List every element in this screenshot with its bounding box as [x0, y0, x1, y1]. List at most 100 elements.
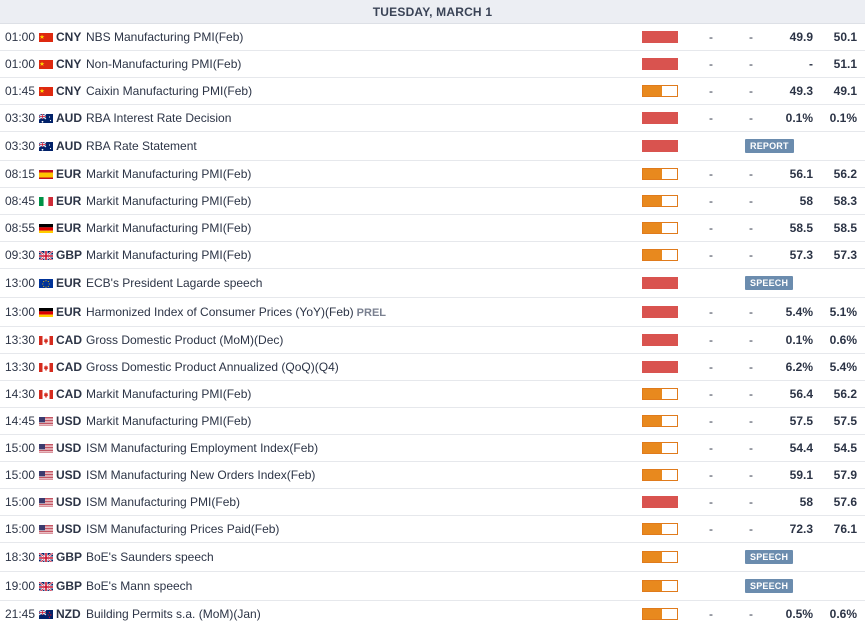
event-name: BoE's Mann speech [86, 579, 193, 593]
event-name-link[interactable]: ISM Manufacturing Prices Paid(Feb) [86, 522, 279, 536]
actual-value: - [709, 57, 713, 71]
event-row[interactable]: 03:30 AUD RBA Interest Rate Decision - - 0.1%… [0, 105, 865, 132]
australia-flag-icon [39, 113, 53, 123]
previous-value: 0.6% [829, 607, 857, 621]
event-row[interactable]: 09:30 GBP Markit Manufacturing PMI(Feb) - - 5… [0, 242, 865, 269]
actual-value: - [709, 167, 713, 181]
event-row[interactable]: 21:45 NZD Building Permits s.a. (MoM)(Jan)… [0, 601, 865, 624]
event-name-link[interactable]: ISM Manufacturing PMI(Feb) [86, 495, 240, 509]
australia-flag-icon [39, 141, 53, 151]
event-name-link[interactable]: Non-Manufacturing PMI(Feb) [86, 57, 241, 71]
volatility-indicator [642, 551, 678, 563]
event-row[interactable]: 13:00 EUR Harmonized Index of Consumer Pri… [0, 298, 865, 327]
event-row[interactable]: 01:00 CNY Non-Manufacturing PMI(Feb) - - - 51.… [0, 51, 865, 78]
event-name-link[interactable]: Harmonized Index of Consumer Prices (YoY… [86, 305, 386, 319]
event-name-link[interactable]: Markit Manufacturing PMI(Feb) [86, 167, 251, 181]
event-row[interactable]: 13:30 CAD Gross Domestic Product (MoM)(Dec… [0, 327, 865, 354]
actual-value: - [709, 387, 713, 401]
event-row[interactable]: 15:00 USD ISM Manufacturing New Orders Ind… [0, 462, 865, 489]
previous-value: 50.1 [833, 30, 857, 44]
event-row[interactable]: 15:00 USD ISM Manufacturing Prices Paid(Fe… [0, 516, 865, 543]
event-name-link[interactable]: RBA Interest Rate Decision [86, 111, 231, 125]
event-row[interactable]: 18:30 GBP BoE's Saunders speech SPEECH [0, 543, 865, 572]
consensus-value: 6.2% [785, 360, 813, 374]
actual-value: - [709, 111, 713, 125]
event-name-link[interactable]: Markit Manufacturing PMI(Feb) [86, 387, 251, 401]
event-name: Markit Manufacturing PMI(Feb) [86, 414, 252, 428]
actual-value: - [709, 30, 713, 44]
event-row[interactable]: 15:00 USD ISM Manufacturing Employment Ind… [0, 435, 865, 462]
event-name-link[interactable]: ISM Manufacturing New Orders Index(Feb) [86, 468, 315, 482]
event-name-link[interactable]: Markit Manufacturing PMI(Feb) [86, 248, 251, 262]
event-row[interactable]: 15:00 USD ISM Manufacturing PMI(Feb) - - 58 57… [0, 489, 865, 516]
volatility-fill [643, 389, 662, 399]
event-time: 13:00 [5, 305, 36, 319]
volatility-fill [643, 113, 677, 123]
event-name-link[interactable]: Markit Manufacturing PMI(Feb) [86, 414, 251, 428]
event-row[interactable]: 08:15 EUR Markit Manufacturing PMI(Feb) - - 5… [0, 161, 865, 188]
event-name-link[interactable]: Gross Domestic Product Annualized (QoQ)(… [86, 360, 339, 374]
event-row[interactable]: 03:30 AUD RBA Rate Statement REPORT [0, 132, 865, 161]
currency-code: GBP [56, 550, 83, 564]
volatility-fill [643, 416, 662, 426]
event-name-link[interactable]: ISM Manufacturing Employment Index(Feb) [86, 441, 318, 455]
deviation-value: - [749, 111, 753, 125]
event-name-link[interactable]: BoE's Mann speech [86, 579, 192, 593]
currency-code: AUD [56, 139, 82, 153]
deviation-value: - [749, 194, 753, 208]
event-row[interactable]: 08:45 EUR Markit Manufacturing PMI(Feb) - - 5… [0, 188, 865, 215]
event-name-link[interactable]: Markit Manufacturing PMI(Feb) [86, 194, 251, 208]
event-name-link[interactable]: NBS Manufacturing PMI(Feb) [86, 30, 243, 44]
event-name-link[interactable]: Building Permits s.a. (MoM)(Jan) [86, 607, 261, 621]
event-name-link[interactable]: BoE's Saunders speech [86, 550, 214, 564]
new-zealand-flag-icon [39, 609, 53, 619]
previous-value: 54.5 [833, 441, 857, 455]
speech-badge[interactable]: SPEECH [745, 579, 794, 593]
event-name-link[interactable]: Markit Manufacturing PMI(Feb) [86, 221, 251, 235]
event-row[interactable]: 08:55 EUR Markit Manufacturing PMI(Feb) - - 5… [0, 215, 865, 242]
deviation-value: - [749, 84, 753, 98]
event-name: ISM Manufacturing PMI(Feb) [86, 495, 241, 509]
actual-value: - [709, 468, 713, 482]
event-row[interactable]: 14:30 CAD Markit Manufacturing PMI(Feb) - - 5… [0, 381, 865, 408]
usa-flag-icon [39, 470, 53, 480]
event-row[interactable]: 13:30 CAD Gross Domestic Product Annualize… [0, 354, 865, 381]
event-time: 15:00 [5, 495, 36, 509]
currency-code: USD [56, 468, 82, 482]
event-name-link[interactable]: Gross Domestic Product (MoM)(Dec) [86, 333, 283, 347]
canada-flag-icon [39, 389, 53, 399]
currency-code: CAD [56, 387, 82, 401]
event-row[interactable]: 01:45 CNY Caixin Manufacturing PMI(Feb) - - 4… [0, 78, 865, 105]
date-label: TUESDAY, MARCH 1 [372, 4, 493, 19]
volatility-fill [643, 470, 662, 480]
event-name-link[interactable]: ECB's President Lagarde speech [86, 276, 262, 290]
report-badge[interactable]: REPORT [745, 139, 794, 153]
volatility-indicator [642, 222, 678, 234]
china-flag-icon [39, 86, 53, 96]
currency-code: USD [56, 495, 82, 509]
event-name: Markit Manufacturing PMI(Feb) [86, 387, 252, 401]
actual-value: - [709, 221, 713, 235]
event-name: Markit Manufacturing PMI(Feb) [86, 194, 252, 208]
event-time: 01:45 [5, 84, 36, 98]
event-row[interactable]: 14:45 USD Markit Manufacturing PMI(Feb) - - 5… [0, 408, 865, 435]
currency-code: EUR [56, 305, 82, 319]
canada-flag-icon [39, 335, 53, 345]
volatility-indicator [642, 388, 678, 400]
speech-badge[interactable]: SPEECH [745, 550, 794, 564]
event-name-link[interactable]: Caixin Manufacturing PMI(Feb) [86, 84, 252, 98]
volatility-fill [643, 32, 677, 42]
speech-badge[interactable]: SPEECH [745, 276, 794, 290]
consensus-value: - [809, 57, 813, 71]
event-row[interactable]: 01:00 CNY NBS Manufacturing PMI(Feb) - - 49.9… [0, 24, 865, 51]
deviation-value: - [749, 30, 753, 44]
currency-code: CAD [56, 333, 82, 347]
event-row[interactable]: 13:00 EUR ECB's President Lagarde speech SP… [0, 269, 865, 298]
previous-value: 56.2 [833, 167, 857, 181]
volatility-fill [643, 581, 662, 591]
event-name-link[interactable]: RBA Rate Statement [86, 139, 197, 153]
event-time: 03:30 [5, 111, 36, 125]
volatility-indicator [642, 496, 678, 508]
event-row[interactable]: 19:00 GBP BoE's Mann speech SPEECH [0, 572, 865, 601]
previous-value: 5.4% [829, 360, 857, 374]
